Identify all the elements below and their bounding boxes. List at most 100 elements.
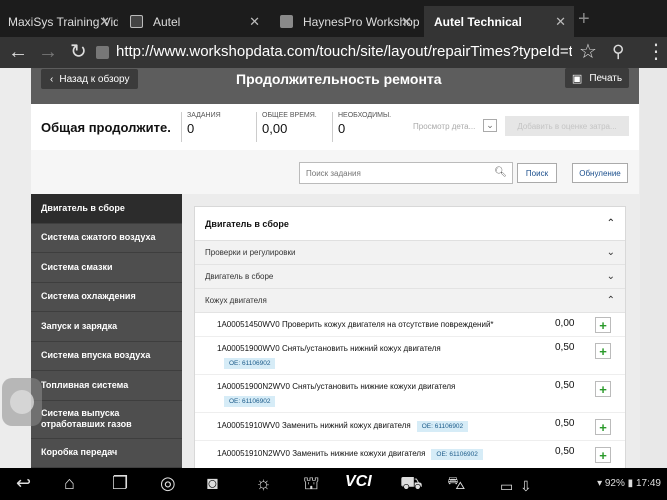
url-field[interactable]: http://www.workshopdata.com/touch/site/l… <box>116 43 572 60</box>
search-box: 🔍︎ <box>299 162 513 184</box>
sidebar-item-engine-assembly[interactable]: Двигатель в сборе <box>31 194 182 224</box>
home-icon[interactable]: ⌂ <box>64 473 75 493</box>
oe-badge: OE: 61106902 <box>416 421 469 432</box>
battery-level: 92% <box>604 478 625 489</box>
stat-label: ОБЩЕЕ ВРЕМЯ. <box>262 112 317 119</box>
search-icon[interactable]: ⚲ <box>612 41 624 63</box>
notification-icon[interactable]: ▭ <box>500 476 513 496</box>
sidebar-item-cooling[interactable]: Система охлаждения <box>31 283 182 312</box>
chevron-left-icon: ‹ <box>50 73 54 85</box>
sidebar-item-lubrication[interactable]: Система смазки <box>31 253 182 283</box>
subsection-engine-cover[interactable]: Кожух двигателя ⌃ <box>195 289 625 313</box>
search-input[interactable] <box>300 163 490 184</box>
filter-bar: 🔍︎ Поиск Обнуление <box>31 150 639 194</box>
section-header[interactable]: Двигатель в сборе ⌃ <box>195 207 625 241</box>
chevron-down-icon[interactable]: ⌄ <box>607 271 615 282</box>
operation-description: 1A00051450WV0 Проверить кожух двигателя … <box>217 320 494 329</box>
tab-autel-technical[interactable]: Autel Technical ✕ <box>424 6 574 37</box>
category-sidebar: Двигатель в сборе Система сжатого воздух… <box>31 194 182 468</box>
tab-haynespro[interactable]: HaynesPro Workshop... ✕ <box>272 6 420 37</box>
subsection-checks[interactable]: Проверки и регулировки ⌄ <box>195 241 625 265</box>
sidebar-item-exhaust[interactable]: Система выпуска отработавших газов <box>31 401 182 439</box>
back-label: Назад к обзору <box>59 73 130 85</box>
operation-row: 1A00051900N2WV0 Снять/установить нижние … <box>195 375 625 413</box>
operation-row: 1A00051450WV0 Проверить кожух двигателя … <box>195 313 625 337</box>
floating-assist-button[interactable] <box>2 378 42 426</box>
sidebar-item-air-intake[interactable]: Система впуска воздуха <box>31 342 182 371</box>
chevron-down-icon[interactable]: ⌄ <box>607 247 615 258</box>
car-user-icon[interactable]: ⛍ <box>447 473 466 493</box>
stat-total-time: ОБЩЕЕ ВРЕМЯ. 0,00 <box>256 112 317 142</box>
clock: 17:49 <box>635 478 661 489</box>
operation-description: 1A00051910N2WV0 Заменить нижние кожухи д… <box>217 449 483 460</box>
system-nav-bar: ↩ ⌂ ❐ ◎ ◙ ☼ ⛫ VCI ⛟ ⛍ ▭ ⇩ ▾ 92% ▮ 17:49 <box>0 468 667 500</box>
download-icon[interactable]: ⇩ <box>520 476 532 496</box>
close-tab-icon[interactable]: ✕ <box>249 14 260 30</box>
operation-description: 1A00051900WV0 Снять/установить нижний ко… <box>217 344 441 353</box>
menu-icon[interactable]: ⋮ <box>646 41 666 63</box>
operation-row: 1A00051910WV0 Заменить нижний кожух двиг… <box>195 413 625 441</box>
close-tab-icon[interactable]: ✕ <box>401 14 412 30</box>
address-bar: ← → ↻ http://www.workshopdata.com/touch/… <box>0 37 667 68</box>
stat-value: 0 <box>187 121 195 136</box>
add-to-estimate-button[interactable]: Добавить в оценке затра... <box>505 116 629 136</box>
operation-time: 0,00 <box>555 318 575 329</box>
brightness-icon[interactable]: ☼ <box>255 473 272 493</box>
subsection-engine-assembly[interactable]: Двигатель в сборе ⌄ <box>195 265 625 289</box>
tab-label: Autel Technical <box>434 14 522 29</box>
repair-times-panel: Двигатель в сборе ⌃ Проверки и регулиров… <box>194 206 626 468</box>
sidebar-item-fuel-system[interactable]: Топливная система <box>31 371 182 401</box>
car-service-icon[interactable]: ⛟ <box>400 473 423 493</box>
new-tab-button[interactable]: + <box>578 8 590 31</box>
detail-view-select[interactable]: Просмотр дета... <box>413 122 475 131</box>
operation-time: 0,50 <box>555 446 575 457</box>
vci-icon[interactable]: VCI <box>345 473 372 491</box>
summary-title: Общая продолжите. <box>41 120 171 135</box>
close-tab-icon[interactable]: ✕ <box>555 14 566 30</box>
tab-autel[interactable]: Autel ✕ <box>122 6 268 37</box>
sidebar-item-gearbox[interactable]: Коробка передач <box>31 439 182 468</box>
forward-arrow-icon[interactable]: → <box>38 41 58 63</box>
chevron-up-icon[interactable]: ⌃ <box>607 218 615 229</box>
search-icon[interactable]: 🔍︎ <box>494 167 507 178</box>
summary-bar: Общая продолжите. ЗАДАНИЯ 0 ОБЩЕЕ ВРЕМЯ.… <box>31 104 639 150</box>
sidebar-item-starting-charging[interactable]: Запуск и зарядка <box>31 312 182 342</box>
reset-button[interactable]: Обнуление <box>572 163 628 183</box>
search-button[interactable]: Поиск <box>517 163 557 183</box>
subsection-label: Двигатель в сборе <box>205 272 274 281</box>
stat-label: НЕОБХОДИМЫ. <box>338 112 392 119</box>
bookmark-star-icon[interactable]: ☆ <box>579 41 597 63</box>
tab-maxisys[interactable]: MaxiSys Training Vide... ✕ <box>0 6 118 37</box>
back-to-overview-button[interactable]: ‹ Назад к обзору <box>41 69 139 89</box>
back-arrow-icon[interactable]: ← <box>8 41 28 63</box>
assist-dot-icon <box>10 390 34 414</box>
add-operation-button[interactable]: + <box>595 447 611 463</box>
chevron-down-icon[interactable]: ⌄ <box>483 119 497 132</box>
add-operation-button[interactable]: + <box>595 419 611 435</box>
close-tab-icon[interactable]: ✕ <box>99 14 110 30</box>
garage-icon[interactable]: ⛫ <box>303 473 320 493</box>
add-operation-button[interactable]: + <box>595 343 611 359</box>
print-label: Печать <box>589 72 623 84</box>
recent-apps-icon[interactable]: ❐ <box>112 473 128 493</box>
browser-icon[interactable]: ◎ <box>160 473 176 493</box>
status-area: ▾ 92% ▮ 17:49 <box>597 478 661 489</box>
back-icon[interactable]: ↩ <box>16 473 31 493</box>
add-operation-button[interactable]: + <box>595 381 611 397</box>
operation-description: 1A00051910WV0 Заменить нижний кожух двиг… <box>217 421 469 432</box>
camera-icon[interactable]: ◙ <box>207 473 218 493</box>
section-title: Двигатель в сборе <box>205 218 289 229</box>
sidebar-item-compressed-air[interactable]: Система сжатого воздуха <box>31 224 182 253</box>
browser-tab-strip: MaxiSys Training Vide... ✕ Autel ✕ Hayne… <box>0 0 667 37</box>
reload-icon[interactable]: ↻ <box>70 41 87 63</box>
chevron-up-icon[interactable]: ⌃ <box>607 295 615 306</box>
web-page: ‹ Назад к обзору Продолжительность ремон… <box>0 68 640 468</box>
tab-label: Autel <box>153 14 181 29</box>
stat-value: 0 <box>338 121 346 136</box>
add-operation-button[interactable]: + <box>595 317 611 333</box>
site-info-icon[interactable] <box>96 46 109 59</box>
print-button[interactable]: ▣ Печать <box>565 68 629 88</box>
autel-favicon-icon <box>130 15 143 28</box>
stat-value: 0,00 <box>262 121 288 136</box>
wifi-icon: ▾ <box>597 478 603 489</box>
